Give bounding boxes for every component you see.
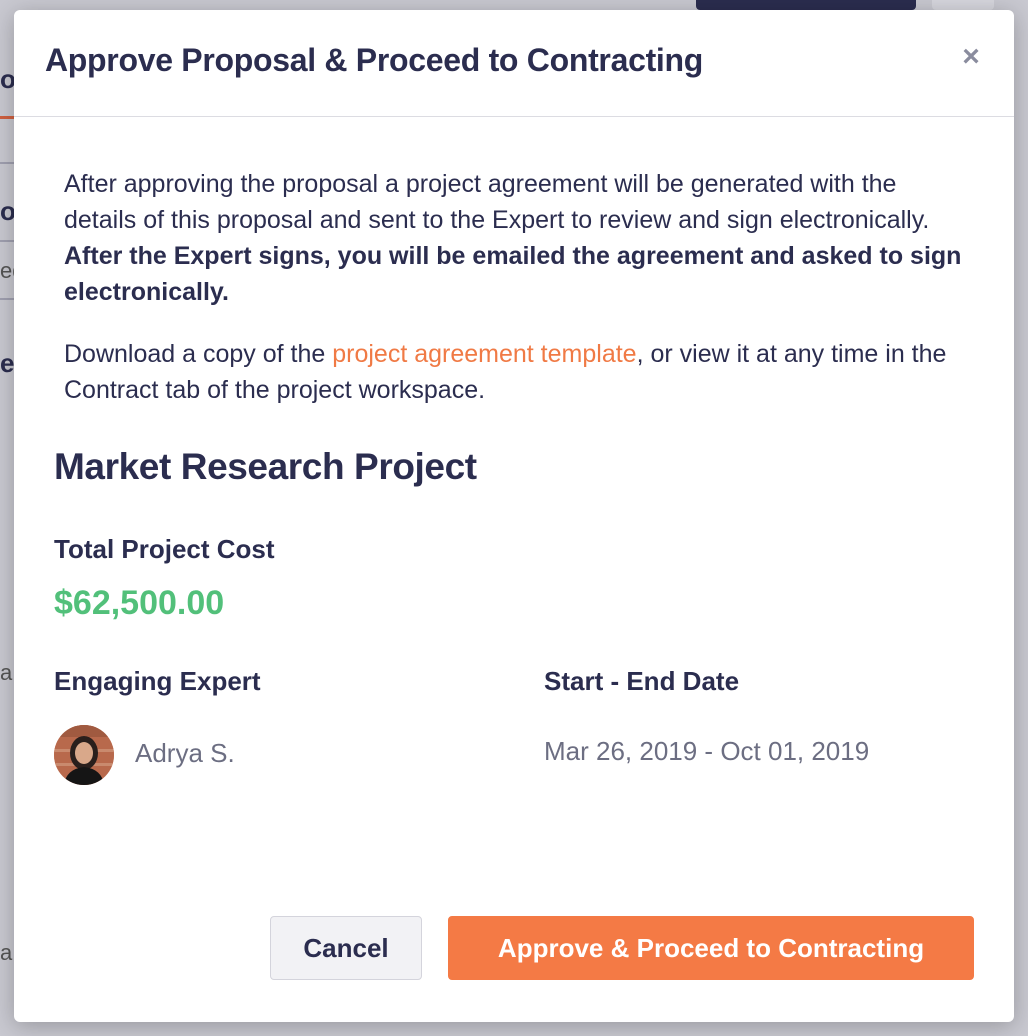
description-paragraph: After approving the proposal a project a… (64, 166, 974, 310)
project-title: Market Research Project (54, 446, 477, 487)
description-bold-text: After the Expert signs, you will be emai… (64, 242, 962, 306)
background-text-fragment: a (0, 940, 13, 965)
total-cost-label: Total Project Cost (54, 534, 275, 564)
cancel-button[interactable]: Cancel (270, 916, 422, 980)
modal-header: Approve Proposal & Proceed to Contractin… (14, 10, 1014, 117)
modal-description: After approving the proposal a project a… (64, 166, 974, 408)
background-header-icon-button (932, 0, 994, 10)
total-cost-value: $62,500.00 (54, 584, 225, 622)
approve-proposal-modal: Approve Proposal & Proceed to Contractin… (14, 10, 1014, 1022)
background-text-fragment: e (0, 348, 15, 378)
background-divider (0, 240, 14, 242)
engaging-expert-label: Engaging Expert (54, 666, 261, 696)
agreement-template-link[interactable]: project agreement template (332, 340, 636, 368)
background-tab-underline (0, 116, 14, 119)
download-text-prefix: Download a copy of the (64, 340, 333, 368)
date-range-label: Start - End Date (544, 666, 740, 696)
avatar-photo (54, 725, 114, 785)
background-text-fragment: a (0, 660, 13, 685)
background-divider (0, 298, 14, 300)
description-text: After approving the proposal a project a… (64, 170, 930, 234)
approve-button[interactable]: Approve & Proceed to Contracting (448, 916, 974, 980)
download-paragraph: Download a copy of the project agreement… (64, 336, 974, 408)
modal-title: Approve Proposal & Proceed to Contractin… (45, 42, 704, 78)
expert-avatar (54, 725, 114, 785)
background-divider (0, 162, 14, 164)
background-header-button (696, 0, 916, 10)
date-range-value: Mar 26, 2019 - Oct 01, 2019 (544, 736, 870, 766)
close-icon[interactable]: × (958, 42, 984, 72)
expert-name: Adrya S. (135, 738, 235, 768)
